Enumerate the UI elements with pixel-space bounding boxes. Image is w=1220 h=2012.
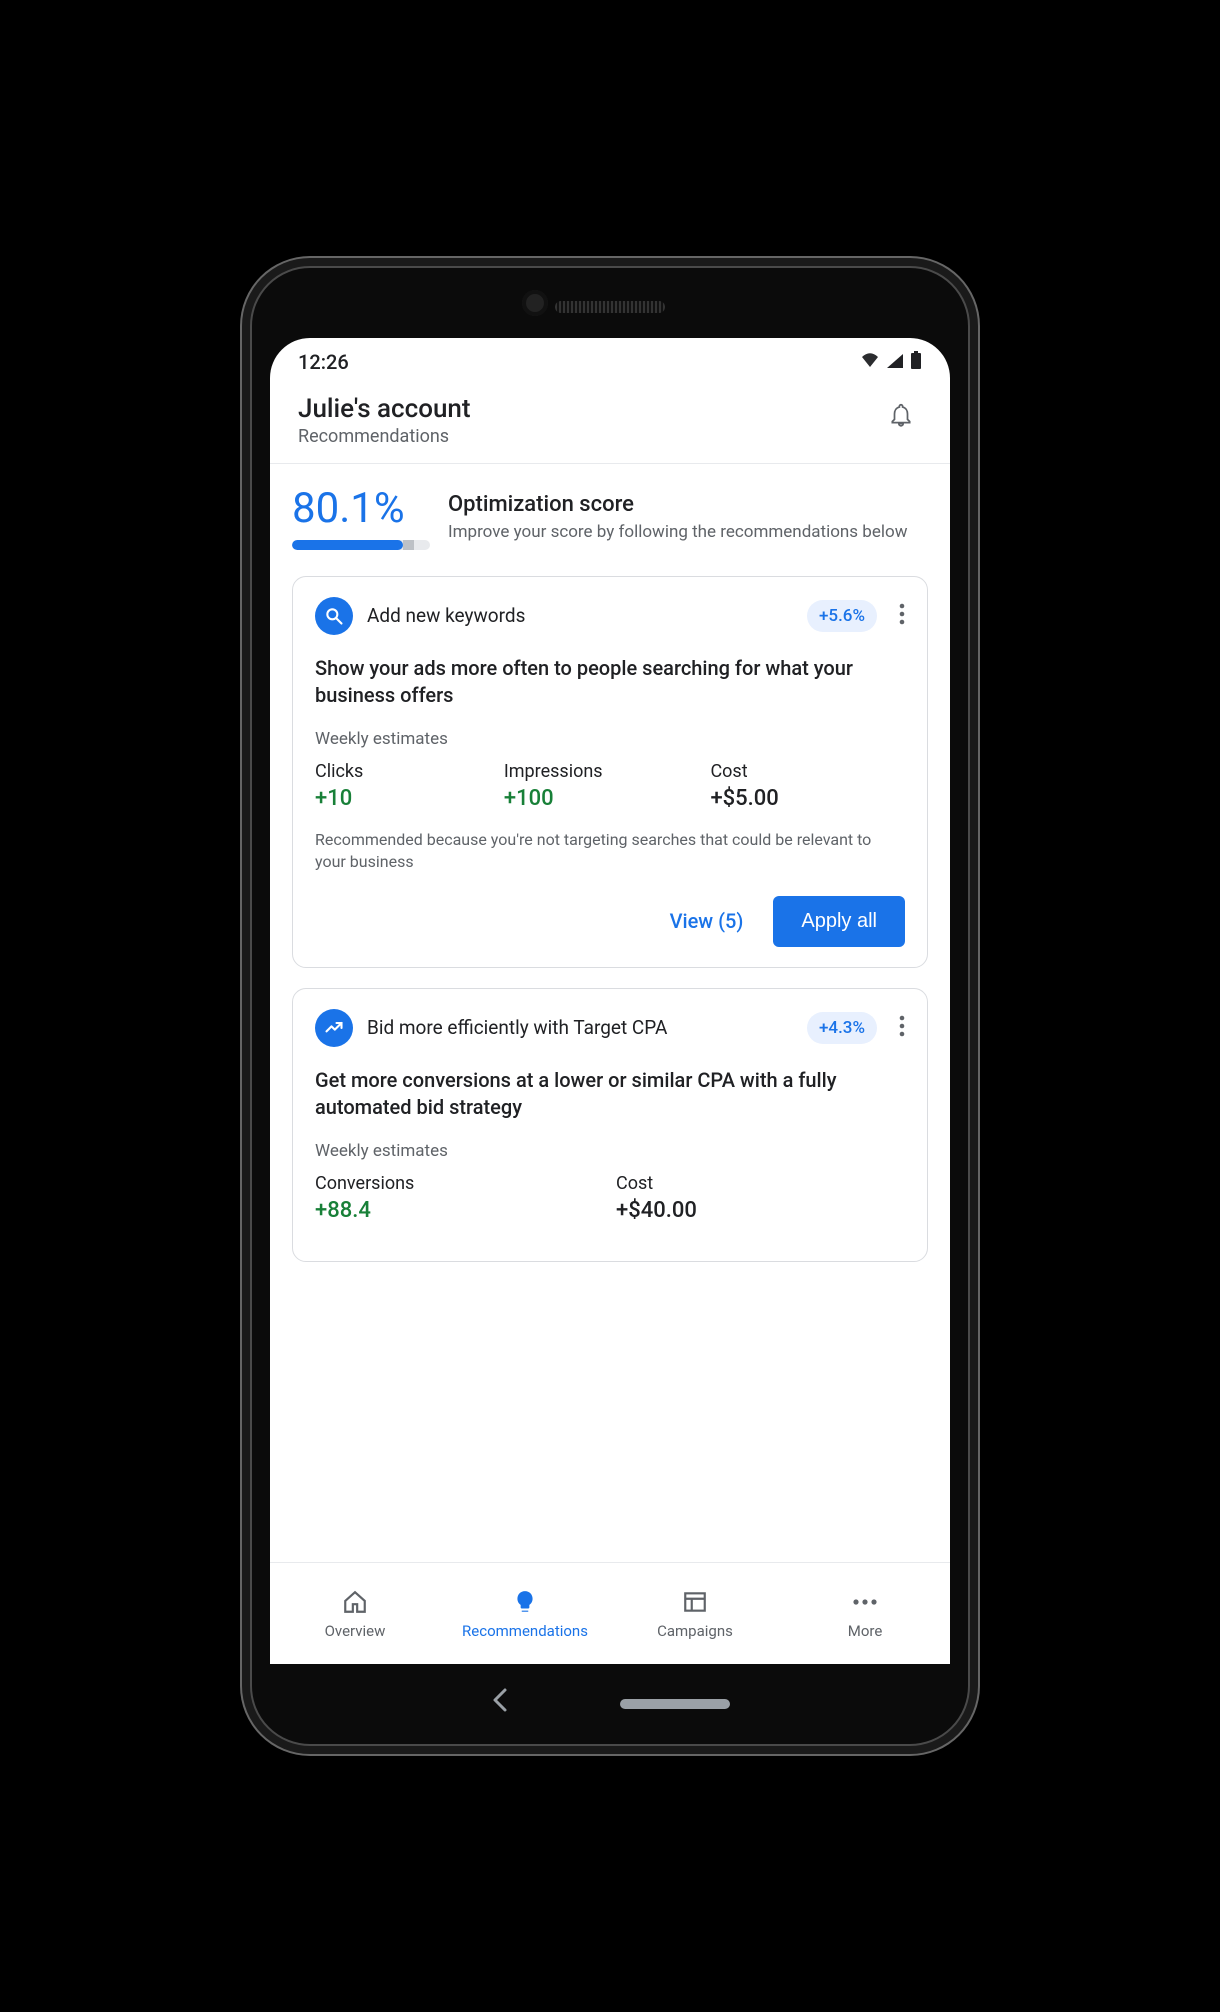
score-gain-badge: +4.3% — [807, 1012, 877, 1044]
battery-icon — [910, 350, 922, 374]
status-icons — [860, 350, 922, 374]
account-title: Julie's account — [298, 394, 471, 424]
bell-icon — [888, 402, 914, 428]
estimate-name: Conversions — [315, 1173, 604, 1194]
apply-all-button[interactable]: Apply all — [773, 896, 905, 947]
status-bar: 12:26 — [270, 338, 950, 386]
phone-camera — [522, 290, 548, 316]
score-gain-badge: +5.6% — [807, 600, 877, 632]
nav-label: More — [848, 1622, 883, 1640]
page-subtitle: Recommendations — [298, 426, 471, 447]
back-icon[interactable] — [490, 1686, 510, 1722]
estimate-value: +$40.00 — [616, 1198, 905, 1223]
optimization-progress-fill — [292, 540, 403, 550]
android-system-nav — [270, 1664, 950, 1744]
more-vert-icon — [899, 1015, 905, 1037]
more-horiz-icon — [852, 1588, 878, 1616]
recommendation-card: Add new keywords +5.6% Show your ads mor… — [292, 576, 928, 968]
screen: 12:26 Julie's account Recommendations — [270, 338, 950, 1664]
optimization-percent: 80.1% — [292, 488, 430, 530]
estimate-value: +100 — [504, 786, 699, 811]
nav-more[interactable]: More — [780, 1563, 950, 1664]
signal-icon — [886, 350, 904, 374]
estimate-name: Cost — [616, 1173, 905, 1194]
estimates-label: Weekly estimates — [315, 1141, 905, 1161]
content-scroll[interactable]: 80.1% Optimization score Improve your sc… — [270, 464, 950, 1562]
estimates-row: Conversions +88.4 Cost +$40.00 — [315, 1173, 905, 1223]
status-time: 12:26 — [298, 350, 349, 374]
nav-overview[interactable]: Overview — [270, 1563, 440, 1664]
estimate-name: Impressions — [504, 761, 699, 782]
card-more-button[interactable] — [891, 599, 905, 633]
optimization-score: 80.1% Optimization score Improve your sc… — [292, 488, 928, 550]
trend-icon — [315, 1009, 353, 1047]
nav-recommendations[interactable]: Recommendations — [440, 1563, 610, 1664]
more-vert-icon — [899, 603, 905, 625]
estimate-name: Cost — [710, 761, 905, 782]
view-button[interactable]: View (5) — [662, 899, 752, 943]
nav-label: Campaigns — [657, 1622, 733, 1640]
home-pill[interactable] — [620, 1699, 730, 1709]
notifications-button[interactable] — [880, 394, 922, 440]
card-title: Bid more efficiently with Target CPA — [367, 1016, 793, 1040]
nav-campaigns[interactable]: Campaigns — [610, 1563, 780, 1664]
recommendation-card: Bid more efficiently with Target CPA +4.… — [292, 988, 928, 1262]
estimate-value: +10 — [315, 786, 492, 811]
phone-frame: 12:26 Julie's account Recommendations — [250, 266, 970, 1746]
estimates-row: Clicks +10 Impressions +100 Cost +$5.00 — [315, 761, 905, 811]
optimization-progress-bar — [292, 540, 430, 550]
bottom-nav: Overview Recommendations Campaigns — [270, 1562, 950, 1664]
wifi-icon — [860, 350, 880, 374]
phone-speaker — [555, 301, 665, 313]
app-header: Julie's account Recommendations — [270, 386, 950, 464]
nav-label: Overview — [325, 1622, 386, 1640]
recommendation-note: Recommended because you're not targeting… — [315, 829, 905, 874]
estimate-value: +$5.00 — [710, 786, 905, 811]
card-description: Get more conversions at a lower or simil… — [315, 1067, 905, 1121]
estimate-value: +88.4 — [315, 1198, 604, 1223]
phone-notch — [252, 268, 968, 338]
optimization-description: Improve your score by following the reco… — [448, 521, 928, 544]
nav-label: Recommendations — [462, 1622, 588, 1640]
optimization-title: Optimization score — [448, 492, 928, 517]
home-icon — [342, 1588, 368, 1616]
lightbulb-icon — [512, 1588, 538, 1616]
search-icon — [315, 597, 353, 635]
card-description: Show your ads more often to people searc… — [315, 655, 905, 709]
card-more-button[interactable] — [891, 1011, 905, 1045]
estimate-name: Clicks — [315, 761, 492, 782]
table-icon — [682, 1588, 708, 1616]
estimates-label: Weekly estimates — [315, 729, 905, 749]
card-title: Add new keywords — [367, 604, 793, 628]
